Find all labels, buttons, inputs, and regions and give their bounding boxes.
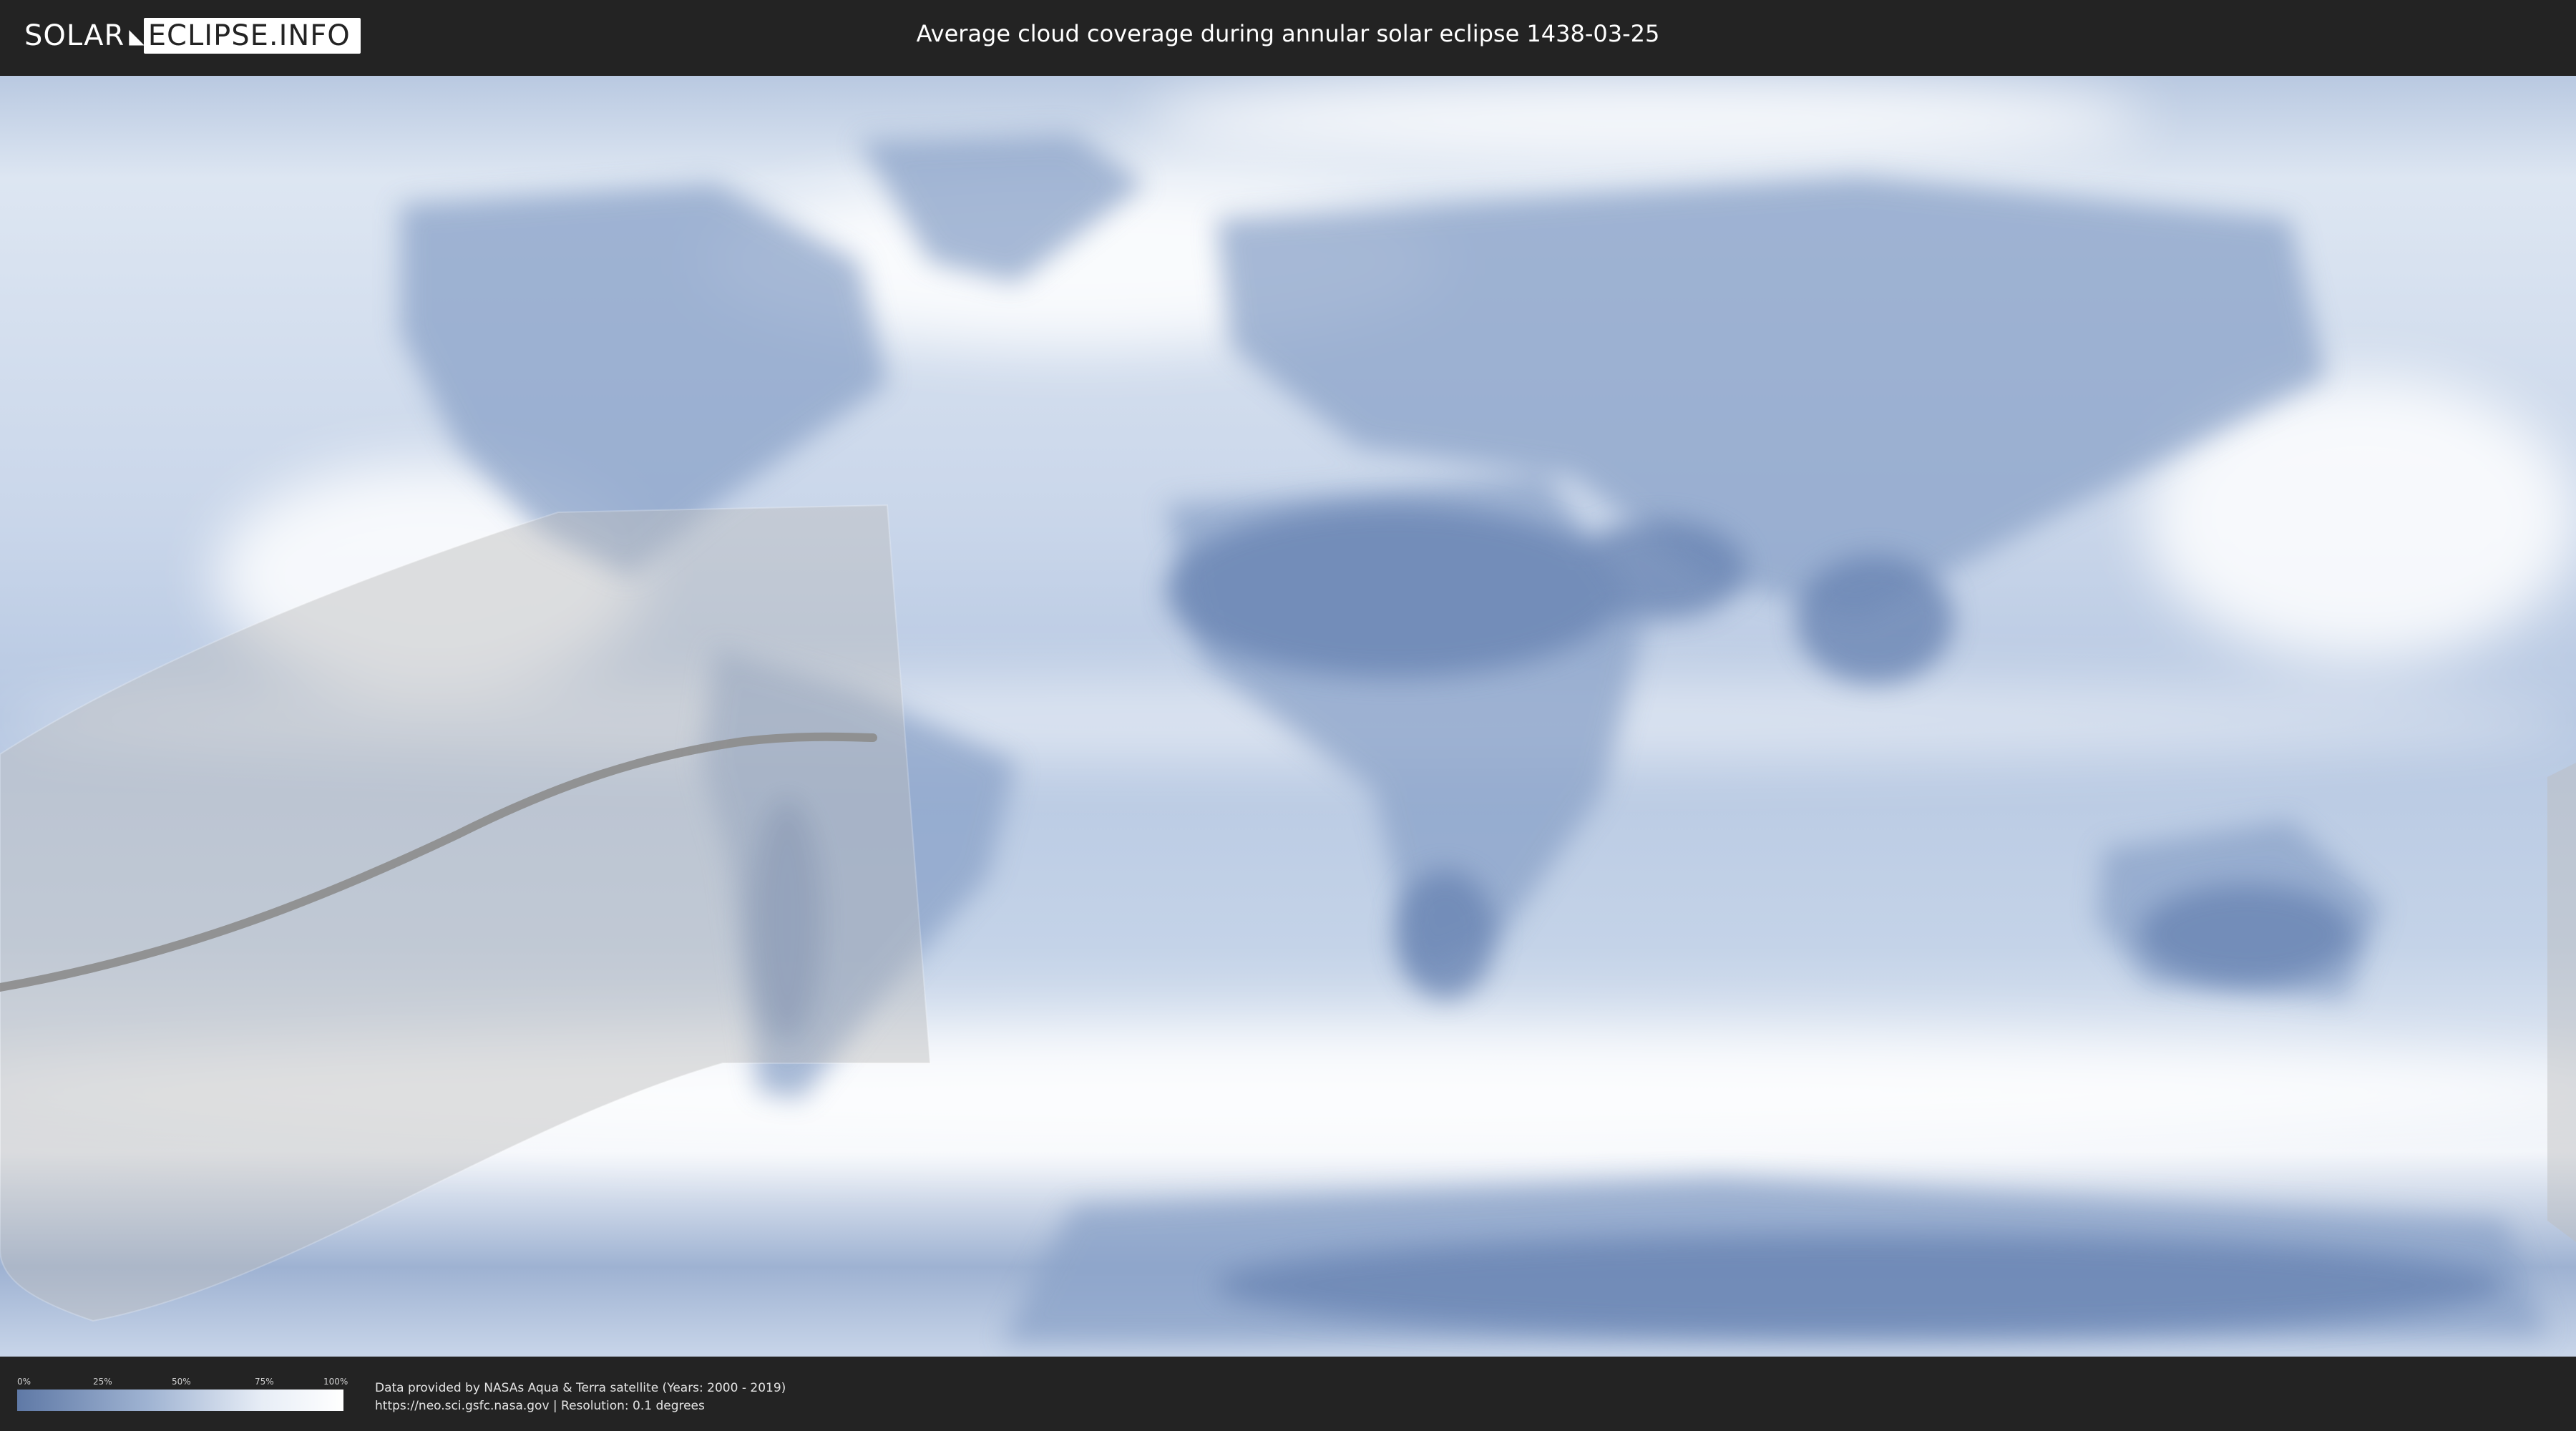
legend-label-50: 50% <box>172 1377 191 1387</box>
legend-label-25: 25% <box>93 1377 112 1387</box>
cloud-coverage-map[interactable] <box>0 76 2576 1357</box>
australia-clear <box>2140 884 2354 985</box>
data-credits: Data provided by NASAs Aqua & Terra sate… <box>375 1379 786 1415</box>
legend-label-0: 0% <box>17 1377 31 1387</box>
india-clear <box>1796 555 1953 684</box>
sahara-clear <box>1166 505 1624 677</box>
cloud-coverage-legend: 0% 25% 50% 75% 100% <box>17 1377 348 1411</box>
legend-color-bar <box>17 1390 343 1411</box>
legend-label-75: 75% <box>255 1377 274 1387</box>
eclipse-visibility-region-east-edge <box>2547 763 2576 1242</box>
antarctica-clear <box>1216 1235 2504 1335</box>
arabia-clear <box>1574 519 1746 620</box>
southern-africa-clear <box>1395 870 1496 999</box>
legend-label-100: 100% <box>323 1377 348 1387</box>
legend-labels: 0% 25% 50% 75% 100% <box>17 1377 348 1390</box>
credits-line-2: https://neo.sci.gsfc.nasa.gov | Resoluti… <box>375 1399 705 1413</box>
credits-line-1: Data provided by NASAs Aqua & Terra sate… <box>375 1381 786 1395</box>
page-title: Average cloud coverage during annular so… <box>916 20 1660 47</box>
footer-bar: 0% 25% 50% 75% 100% Data provided by NAS… <box>0 1357 2576 1431</box>
header-bar: SOLAR ◣ ECLIPSE.INFO Average cloud cover… <box>0 0 2576 72</box>
